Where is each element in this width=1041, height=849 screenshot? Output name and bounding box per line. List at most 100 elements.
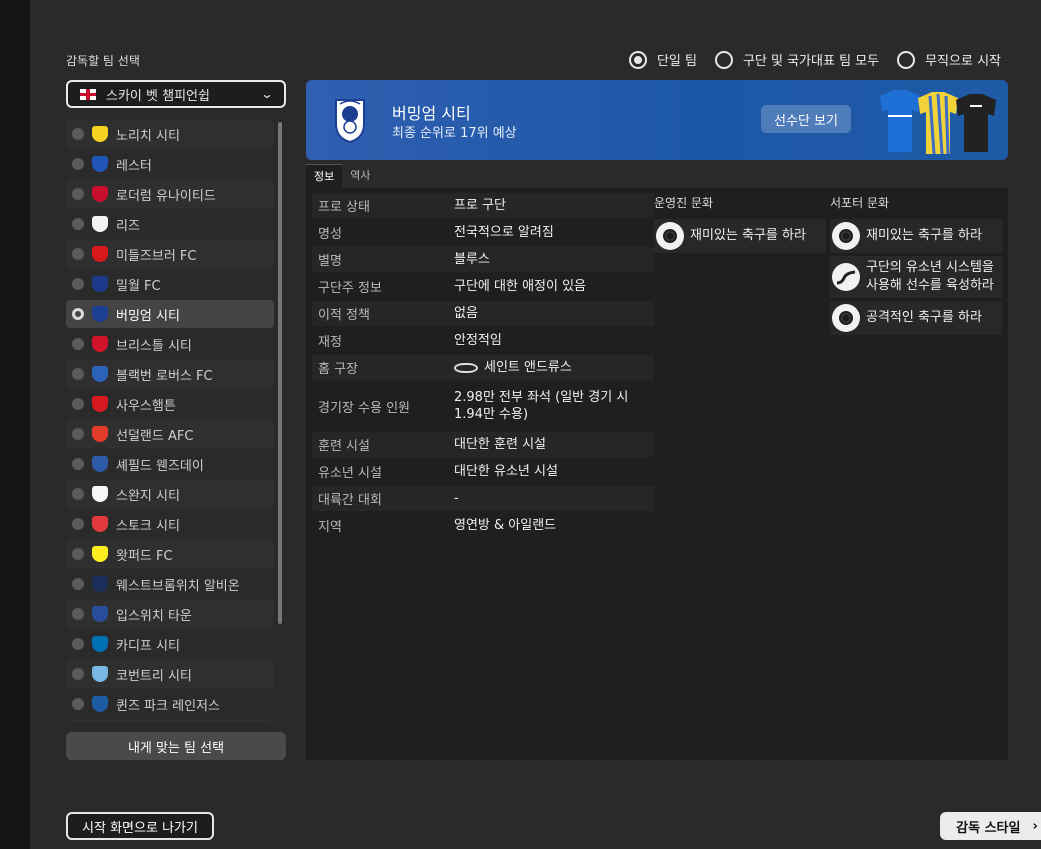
radio-single-team[interactable]: 단일 팀: [628, 50, 697, 69]
predicted-finish: 최종 순위로 17위 예상: [392, 126, 517, 141]
team-radio-icon: [72, 518, 84, 530]
team-crest-icon: [92, 486, 108, 502]
team-list-item[interactable]: 버밍엄 시티: [66, 300, 274, 328]
info-value: -: [454, 491, 459, 506]
team-list-item[interactable]: 카디프 시티: [66, 630, 274, 658]
team-kits-icon: [880, 90, 996, 155]
info-row: 유소년 시설 대단한 유소년 시설: [312, 459, 654, 484]
info-key: 구단주 정보: [318, 281, 382, 296]
team-selection-panel: 감독할 팀 선택 단일 팀 구단 및 국가대표 팀 모두 무직으로 시작 스카이…: [30, 0, 1041, 849]
team-list-item[interactable]: 블랙번 로버스 FC: [66, 360, 274, 388]
team-list-item[interactable]: 웨스트브롬위치 알비온: [66, 570, 274, 598]
team-radio-icon: [72, 638, 84, 650]
team-crest-icon: [92, 516, 108, 532]
team-name-label: 카디프 시티: [116, 638, 180, 654]
info-value: 2.98만 전부 좌석 (일반 경기 시 1.94만 수용): [454, 390, 629, 422]
select-team-label: 감독할 팀 선택: [66, 54, 140, 68]
info-key: 훈련 시설: [318, 439, 370, 454]
exit-to-start-button[interactable]: 시작 화면으로 나가기: [66, 812, 214, 840]
team-list-item[interactable]: 코번트리 시티: [66, 660, 274, 688]
info-row: 재정 안정적임: [312, 328, 654, 353]
team-name-label: 코번트리 시티: [116, 668, 192, 684]
team-list-item[interactable]: 리즈: [66, 210, 274, 238]
team-list-item[interactable]: 입스위치 타운: [66, 600, 274, 628]
supporter-culture-item: 구단의 유소년 시스템을 사용해 선수를 육성하라: [830, 256, 1002, 298]
info-value: 구단에 대한 애정이 있음: [454, 279, 586, 294]
team-radio-icon: [72, 668, 84, 680]
team-banner: 버밍엄 시티 최종 순위로 17위 예상 선수단 보기: [306, 80, 1008, 160]
team-list-scrollbar[interactable]: [278, 122, 282, 624]
info-row: 명성 전국적으로 알려짐: [312, 220, 654, 245]
team-list-item[interactable]: 퀸즈 파크 레인저스: [66, 690, 274, 718]
view-squad-button[interactable]: 선수단 보기: [761, 105, 851, 133]
team-radio-icon: [72, 368, 84, 380]
team-list-item[interactable]: 미들즈브러 FC: [66, 240, 274, 268]
team-radio-icon: [72, 488, 84, 500]
info-value: 대단한 훈련 시설: [454, 437, 546, 452]
supporter-culture-title: 서포터 문화: [830, 196, 890, 210]
chevron-right-icon: ›: [1032, 818, 1038, 834]
england-flag-icon: [80, 88, 96, 100]
info-key: 프로 상태: [318, 200, 370, 215]
culture-label: 구단의 유소년 시스템을 사용해 선수를 육성하라: [866, 260, 994, 293]
team-crest-icon: [92, 576, 108, 592]
info-key: 별명: [318, 254, 342, 269]
team-list-item[interactable]: 셰필드 웬즈데이: [66, 450, 274, 478]
team-name-label: 로더럼 유나이티드: [116, 188, 216, 204]
info-row: 대륙간 대회 -: [312, 486, 654, 511]
team-list-item[interactable]: 스완지 시티: [66, 480, 274, 508]
info-value: 안정적임: [454, 333, 502, 348]
info-row: 경기장 수용 인원 2.98만 전부 좌석 (일반 경기 시 1.94만 수용): [312, 382, 654, 430]
club-info-table: 프로 상태 프로 구단 명성 전국적으로 알려짐 별명 블루스 구단주 정보 구단에 대한 애…: [312, 193, 654, 540]
radio-unselected-icon: [897, 50, 916, 69]
info-row: 구단주 정보 구단에 대한 애정이 있음: [312, 274, 654, 299]
team-list-item[interactable]: 레스터: [66, 150, 274, 178]
stadium-icon: [454, 362, 478, 373]
team-radio-icon: [72, 278, 84, 290]
radio-label: 단일 팀: [656, 54, 697, 69]
tab-info[interactable]: 정보: [306, 164, 343, 188]
team-crest-icon: [92, 336, 108, 352]
team-radio-icon: [72, 128, 84, 140]
team-list-item[interactable]: 플리머스 아가일: [66, 720, 274, 722]
info-value: 세인트 앤드류스: [454, 359, 654, 376]
tab-history[interactable]: 역사: [342, 164, 378, 188]
board-culture-item: 재미있는 축구를 하라: [654, 219, 826, 253]
team-name-label: 밀월 FC: [116, 278, 161, 294]
team-crest-icon: [92, 306, 108, 322]
culture-label: 공격적인 축구를 하라: [866, 310, 982, 325]
team-name-label: 미들즈브러 FC: [116, 248, 197, 264]
team-radio-icon: [72, 308, 84, 320]
team-list-item[interactable]: 왓퍼드 FC: [66, 540, 274, 568]
team-list-item[interactable]: 브리스틀 시티: [66, 330, 274, 358]
info-key: 유소년 시설: [318, 466, 382, 481]
radio-unemployed[interactable]: 무직으로 시작: [897, 50, 1001, 69]
league-dropdown[interactable]: 스카이 벳 챔피언쉽 ⌄: [66, 80, 286, 108]
radio-club-and-national[interactable]: 구단 및 국가대표 팀 모두: [714, 50, 879, 69]
team-list-item[interactable]: 스토크 시티: [66, 510, 274, 538]
team-radio-icon: [72, 158, 84, 170]
pick-team-for-me-button[interactable]: 내게 맞는 팀 선택: [66, 732, 286, 760]
info-key: 재정: [318, 335, 342, 350]
supporter-culture-item: 공격적인 축구를 하라: [830, 301, 1002, 335]
team-crest-icon: [92, 696, 108, 712]
info-value: 프로 구단: [454, 198, 506, 213]
team-name-label: 스토크 시티: [116, 518, 180, 534]
manager-style-button[interactable]: 감독 스타일 ›: [940, 812, 1041, 840]
team-list-item[interactable]: 로더럼 유나이티드: [66, 180, 274, 208]
team-radio-icon: [72, 248, 84, 260]
team-list: 노리치 시티 레스터로더럼 유나이티드리즈미들즈브러 FC 밀월 FC 버밍엄 시티 브…: [66, 120, 274, 722]
team-name-label: 사우스햄튼: [116, 398, 176, 414]
team-list-item[interactable]: 노리치 시티: [66, 120, 274, 148]
info-row: 홈 구장 세인트 앤드류스: [312, 355, 654, 380]
team-radio-icon: [72, 338, 84, 350]
team-list-item[interactable]: 사우스햄튼: [66, 390, 274, 418]
info-row: 지역 영연방 & 아일랜드: [312, 513, 654, 538]
team-radio-icon: [72, 458, 84, 470]
stadium-name: 세인트 앤드류스: [484, 360, 572, 375]
team-list-item[interactable]: 밀월 FC: [66, 270, 274, 298]
team-list-item[interactable]: 선덜랜드 AFC: [66, 420, 274, 448]
league-name: 스카이 벳 챔피언쉽: [106, 88, 210, 104]
team-crest-icon: [92, 156, 108, 172]
birmingham-crest-icon: [335, 99, 365, 144]
